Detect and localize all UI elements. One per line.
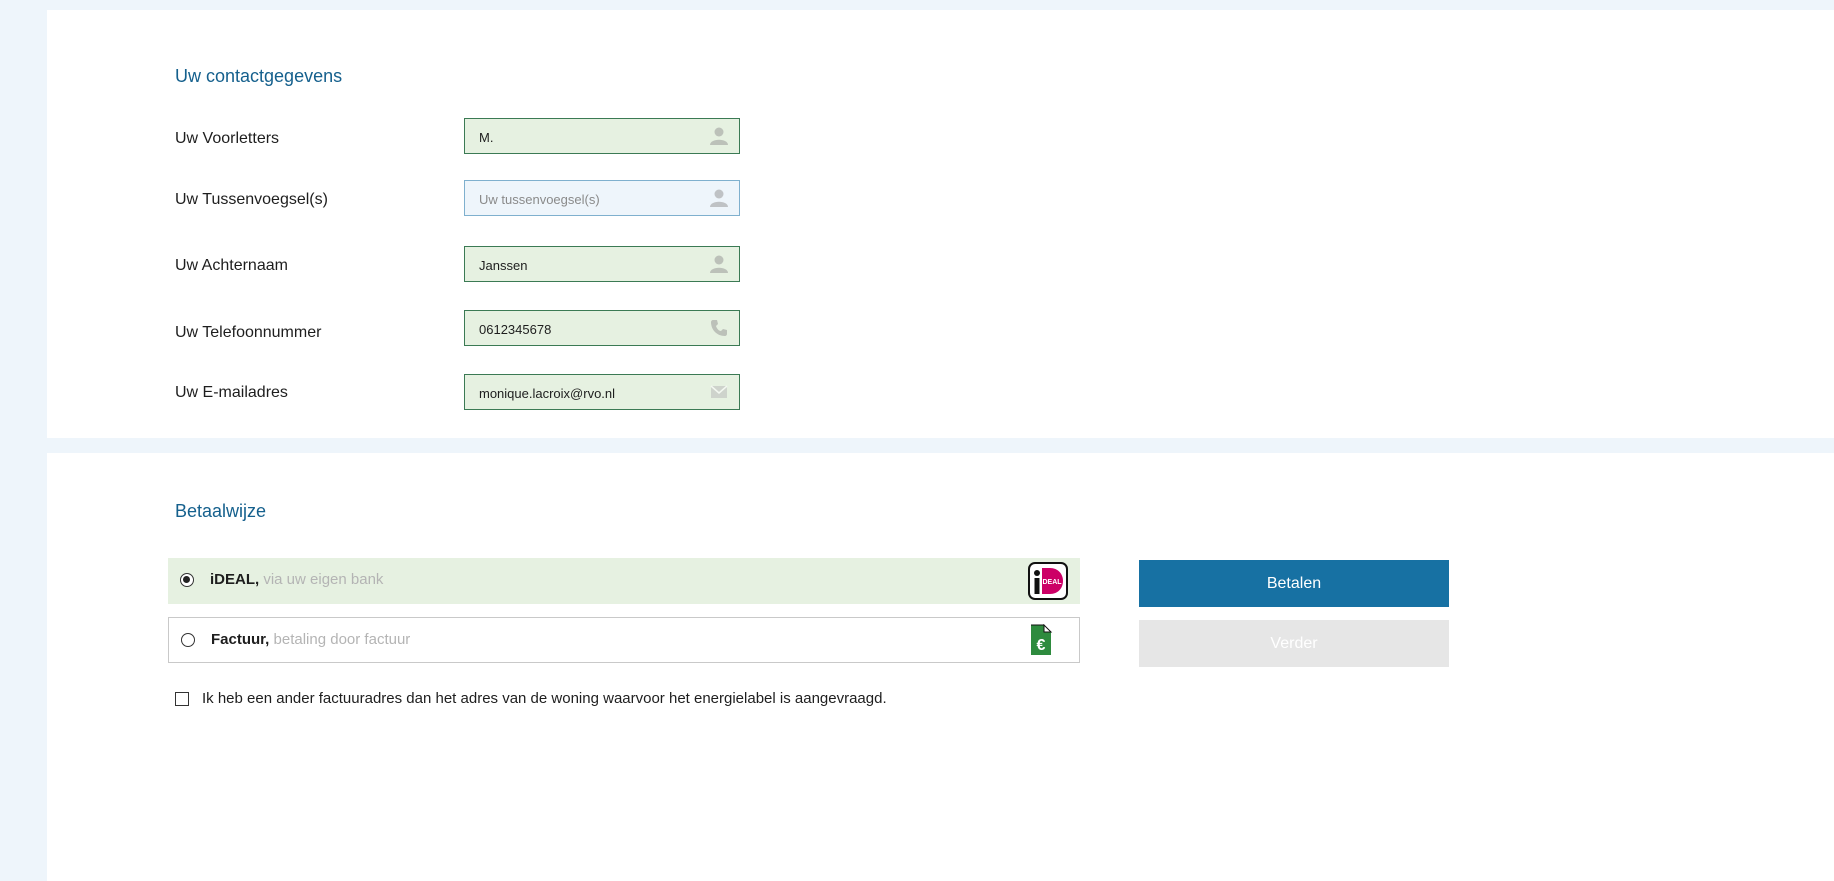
prefix-placeholder: Uw tussenvoegsel(s) bbox=[479, 192, 600, 207]
payment-panel bbox=[47, 453, 1834, 881]
initials-label: Uw Voorletters bbox=[175, 130, 280, 147]
person-icon bbox=[710, 255, 728, 273]
ideal-option-name: iDEAL, bbox=[210, 571, 260, 588]
email-field[interactable]: monique.lacroix@rvo.nl bbox=[464, 374, 740, 410]
prefix-field[interactable]: Uw tussenvoegsel(s) bbox=[464, 180, 740, 216]
email-value: monique.lacroix@rvo.nl bbox=[479, 386, 616, 401]
next-button[interactable]: Verder bbox=[1139, 620, 1449, 667]
surname-label: Uw Achternaam bbox=[175, 257, 288, 274]
initials-field[interactable]: M. bbox=[464, 118, 740, 154]
payment-option-factuur[interactable]: Factuur, betaling door factuur € bbox=[168, 617, 1080, 663]
envelope-icon bbox=[710, 385, 728, 398]
factuur-option-name: Factuur, bbox=[211, 631, 270, 648]
euro-invoice-icon: € bbox=[1031, 624, 1053, 655]
ideal-radio[interactable] bbox=[180, 573, 194, 587]
svg-text:€: € bbox=[1037, 637, 1046, 654]
factuur-option-description: betaling door factuur bbox=[273, 631, 411, 648]
ideal-option-text: iDEAL, via uw eigen bank bbox=[210, 571, 383, 588]
payment-option-ideal[interactable]: iDEAL, via uw eigen bank DEAL bbox=[168, 558, 1080, 604]
pay-button[interactable]: Betalen bbox=[1139, 560, 1449, 607]
email-label: Uw E-mailadres bbox=[175, 384, 288, 401]
phone-value: 0612345678 bbox=[479, 322, 552, 337]
payment-section-title: Betaalwijze bbox=[175, 501, 267, 521]
phone-field[interactable]: 0612345678 bbox=[464, 310, 740, 346]
person-icon bbox=[710, 189, 728, 207]
factuur-option-text: Factuur, betaling door factuur bbox=[211, 631, 410, 648]
person-icon bbox=[710, 127, 728, 145]
surname-value: Janssen bbox=[479, 258, 528, 273]
ideal-option-description: via uw eigen bank bbox=[263, 571, 384, 588]
svg-text:DEAL: DEAL bbox=[1042, 579, 1062, 586]
prefix-label: Uw Tussenvoegsel(s) bbox=[175, 191, 328, 208]
invoice-address-checkbox[interactable] bbox=[175, 692, 189, 706]
contact-section-title: Uw contactgegevens bbox=[175, 66, 343, 86]
phone-icon bbox=[711, 320, 727, 336]
factuur-radio[interactable] bbox=[181, 633, 195, 647]
invoice-address-label: Ik heb een ander factuuradres dan het ad… bbox=[202, 690, 887, 707]
ideal-logo-icon: DEAL bbox=[1028, 562, 1068, 600]
surname-field[interactable]: Janssen bbox=[464, 246, 740, 282]
initials-value: M. bbox=[479, 130, 494, 145]
phone-label: Uw Telefoonnummer bbox=[175, 324, 322, 341]
